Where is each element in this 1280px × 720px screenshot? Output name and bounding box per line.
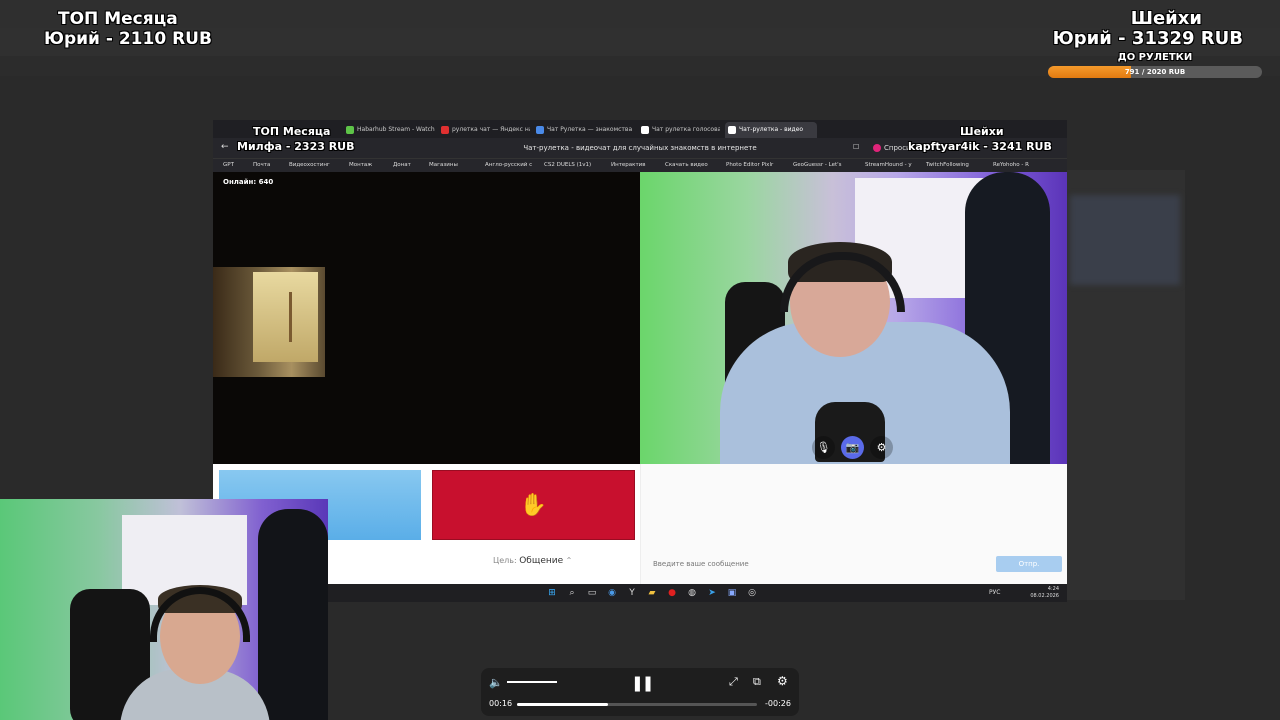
self-video: 🎙 📷 ⚙ [640,172,1067,464]
tab-favicon [728,126,736,134]
bookmark-item[interactable]: Photo Editor Pixlr [726,159,773,172]
taskbar-icons: ⊞ ⌕ ▭ ◉ Y ▰ ● ◍ ➤ ▣ ◎ [545,586,759,600]
bookmark-item[interactable]: Видеохостинг [289,159,330,172]
bookmark-item[interactable]: StreamHound - y [865,159,912,172]
webcam-feed [0,499,328,720]
webcam-standing-person [258,509,328,720]
tab-bar: Habarhub Stream - Watch рулетка чат — Янд… [213,120,1067,138]
top-month-title: ТОП Месяца [58,9,178,29]
pause-icon[interactable]: ❚❚ [631,674,654,692]
backdrop-tabbar [0,0,1280,28]
edge-icon[interactable]: ◉ [605,586,619,600]
app-icon[interactable]: ▣ [725,586,739,600]
tab-favicon [641,126,649,134]
browser-tab[interactable]: рулетка чат — Яндекс нашлось [438,122,530,138]
task-view-icon[interactable]: ▭ [585,586,599,600]
tab-label: Habarhub Stream - Watch [357,126,435,133]
goal-selector[interactable]: Цель: Общение ⌃ [493,556,572,566]
send-button[interactable]: Отпр. [996,556,1062,572]
microphone-icon[interactable]: 🎙 [812,436,835,459]
chat-panel: Введите ваше сообщение Отпр. [640,464,1067,584]
bookmark-item[interactable]: ReYohoho - R [993,159,1029,172]
search-icon[interactable]: ⌕ [565,586,579,600]
bookmark-item[interactable]: CS2 DUELS (1v1) [544,159,591,172]
browser-window: Habarhub Stream - Watch рулетка чат — Янд… [213,120,1067,602]
browser-tab[interactable]: Чат Рулетка — знакомства [533,122,633,138]
inner-sheikhs-title: Шейхи [960,125,1004,138]
browser-tab[interactable]: Habarhub Stream - Watch [343,122,435,138]
bookmark-item[interactable]: Англо-русский с [485,159,532,172]
bookmark-item[interactable]: Скачать видео [665,159,708,172]
sheikhs-value: Юрий - 31329 RUB [1052,28,1243,49]
tab-label: рулетка чат — Яндекс нашлось [452,126,530,133]
volume-icon[interactable]: 🔈 [489,676,503,689]
online-count: Онлайн: 640 [223,178,274,186]
bookmark-item[interactable]: TwitchFollowing [926,159,969,172]
bookmark-icon[interactable]: ☐ [853,143,859,151]
alice-icon[interactable] [873,144,881,152]
roulette-progress-text: 791 / 2020 RUB [1124,68,1186,76]
browser-tab[interactable]: Чат рулетка голосовая [638,122,720,138]
browser-tab[interactable]: Чат-рулетка - видео [725,122,817,138]
goal-label: Цель: [493,556,517,565]
inner-top-month-value: Милфа - 2323 RUB [237,140,355,153]
bookmark-item[interactable]: Монтаж [349,159,372,172]
language-indicator[interactable]: РУС [989,589,1000,596]
steam-icon[interactable]: ◍ [685,586,699,600]
fullscreen-icon[interactable]: ⤢ [729,675,738,689]
clock-date: 08.02.2026 [1030,593,1059,599]
settings-icon[interactable]: ⚙ [777,674,788,688]
inner-sheikhs-value: kapftyar4ik - 3241 RUB [908,140,1052,153]
record-icon[interactable]: ● [665,586,679,600]
picture-in-picture-icon[interactable]: ⧉ [753,675,761,689]
bookmark-item[interactable]: Почта [253,159,270,172]
clock[interactable]: 4:24 08.02.2026 [1030,586,1059,600]
bookmarks-bar: GPT Почта Видеохостинг Монтаж Донат Магазины А… [213,158,1067,172]
hand-icon: ✋ [519,492,548,518]
yandex-icon[interactable]: Y [625,586,639,600]
goal-value: Общение [519,556,564,566]
tab-favicon [536,126,544,134]
tab-label: Чат-рулетка - видео [739,126,804,133]
tab-favicon [346,126,354,134]
video-controls: 🎙 📷 ⚙ [812,436,893,460]
message-input[interactable]: Введите ваше сообщение [653,560,749,568]
chevron-up-icon: ⌃ [565,556,573,565]
camera-icon[interactable]: 📷 [841,436,864,459]
stranger-video: Онлайн: 640 [213,172,640,464]
top-month-value: Юрий - 2110 RUB [44,29,212,49]
inner-top-month-title: ТОП Месяца [253,125,331,138]
gear-icon[interactable]: ⚙ [870,436,893,459]
media-player: 🔈 ❚❚ ⤢ ⧉ ⚙ 00:16 -00:26 [481,668,799,716]
obs-icon[interactable]: ◎ [745,586,759,600]
tab-label: Чат рулетка голосовая [652,126,720,133]
current-time: 00:16 [489,699,513,708]
windows-start-icon[interactable]: ⊞ [545,586,559,600]
taskbar: ⊞ ⌕ ▭ ◉ Y ▰ ● ◍ ➤ ▣ ◎ РУС 4:24 08.02.202… [213,584,1067,602]
seek-bar[interactable] [517,703,757,706]
bookmark-item[interactable]: Интерактив [611,159,646,172]
telegram-icon[interactable]: ➤ [705,586,719,600]
roulette-progress-label: ДО РУЛЕТКИ [1117,52,1193,63]
bookmark-item[interactable]: Донат [393,159,411,172]
folder-icon[interactable]: ▰ [645,586,659,600]
chat-controls: ✋ Цель: Общение ⌃ Введите ваше сообщение… [213,464,1067,584]
clock-time: 4:24 [1047,586,1059,592]
seek-bar-fill [517,703,609,706]
stop-button[interactable]: ✋ [432,470,635,540]
bookmark-item[interactable]: GeoGuessr - Let's [793,159,842,172]
remaining-time: -00:26 [765,699,791,708]
shelf [289,292,319,342]
roulette-progress-bar: 791 / 2020 RUB [1048,66,1262,78]
bookmark-item[interactable]: Магазины [429,159,458,172]
tab-label: Чат Рулетка — знакомства [547,126,633,133]
tab-favicon [441,126,449,134]
volume-slider[interactable] [507,681,557,683]
bookmark-item[interactable]: GPT [223,159,234,172]
sheikhs-title: Шейхи [1130,8,1202,29]
backdrop-thumbnail [1070,195,1180,285]
